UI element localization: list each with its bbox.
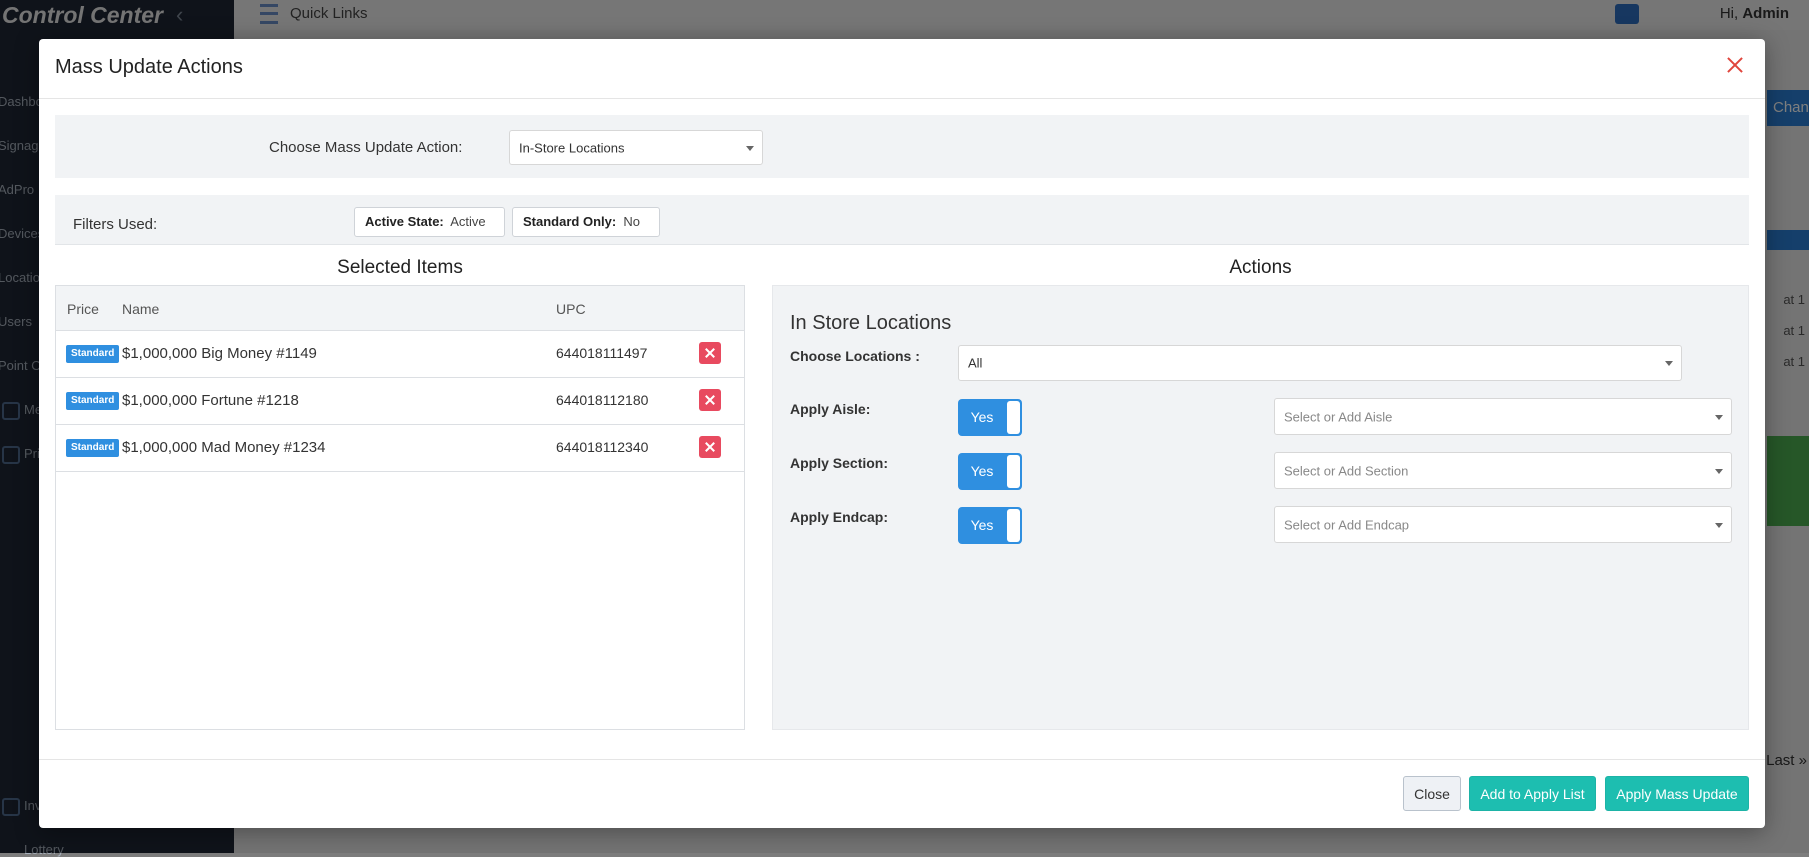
actions-subtitle: In Store Locations xyxy=(790,312,952,334)
item-name: $1,000,000 Mad Money #1234 xyxy=(122,439,326,456)
choose-locations-select[interactable]: All xyxy=(958,345,1682,381)
chevron-down-icon xyxy=(746,145,754,151)
add-to-apply-list-button[interactable]: Add to Apply List xyxy=(1469,776,1596,811)
aisle-placeholder: Select or Add Aisle xyxy=(1284,409,1393,424)
chevron-down-icon xyxy=(1715,522,1723,528)
actions-panel: In Store Locations Choose Locations : Al… xyxy=(772,285,1749,730)
standard-badge: Standard xyxy=(66,439,120,457)
apply-section-toggle[interactable]: Yes xyxy=(958,453,1022,490)
remove-item-button[interactable] xyxy=(699,389,721,411)
close-button[interactable]: Close xyxy=(1403,776,1461,811)
apply-aisle-toggle[interactable]: Yes xyxy=(958,399,1022,436)
item-upc: 644018112180 xyxy=(556,392,649,408)
filter-key: Standard Only: xyxy=(523,214,617,229)
action-chooser-panel: Choose Mass Update Action: In-Store Loca… xyxy=(55,115,1749,178)
filter-value: Active xyxy=(450,214,486,229)
filters-bar: Filters Used: Active State: Active Stand… xyxy=(55,195,1749,245)
toggle-label: Yes xyxy=(970,409,994,425)
choose-locations-value: All xyxy=(968,355,983,371)
endcap-placeholder: Select or Add Endcap xyxy=(1284,517,1410,532)
item-upc: 644018111497 xyxy=(556,345,648,361)
table-header: Price Name UPC xyxy=(56,286,744,331)
table-row: Standard $1,000,000 Fortune #1218 644018… xyxy=(56,378,744,425)
column-header-upc: UPC xyxy=(556,301,586,317)
close-icon[interactable] xyxy=(1721,51,1749,79)
remove-item-button[interactable] xyxy=(699,436,721,458)
column-header-price: Price xyxy=(67,301,99,317)
filter-chip-active-state: Active State: Active xyxy=(354,207,505,237)
choose-action-label: Choose Mass Update Action: xyxy=(269,139,463,156)
toggle-knob xyxy=(1007,401,1020,434)
choose-action-select[interactable]: In-Store Locations xyxy=(509,130,763,165)
table-row: Standard $1,000,000 Mad Money #1234 6440… xyxy=(56,425,744,472)
filters-label: Filters Used: xyxy=(73,216,158,233)
selected-items-table: Price Name UPC Standard $1,000,000 Big M… xyxy=(55,285,745,730)
item-name: $1,000,000 Big Money #1149 xyxy=(122,345,317,362)
modal-header: Mass Update Actions xyxy=(39,39,1765,99)
chevron-down-icon xyxy=(1665,361,1673,366)
apply-mass-update-button[interactable]: Apply Mass Update xyxy=(1605,776,1749,811)
aisle-select[interactable]: Select or Add Aisle xyxy=(1274,398,1732,435)
section-placeholder: Select or Add Section xyxy=(1284,463,1409,478)
filter-value: No xyxy=(623,214,641,229)
standard-badge: Standard xyxy=(66,345,120,363)
item-name: $1,000,000 Fortune #1218 xyxy=(122,392,299,409)
choose-locations-label: Choose Locations : xyxy=(790,348,920,364)
toggle-knob xyxy=(1007,455,1020,488)
table-row: Standard $1,000,000 Big Money #1149 6440… xyxy=(56,331,744,378)
toggle-label: Yes xyxy=(970,517,994,533)
apply-endcap-label: Apply Endcap: xyxy=(790,509,889,525)
endcap-select[interactable]: Select or Add Endcap xyxy=(1274,506,1732,543)
section-select[interactable]: Select or Add Section xyxy=(1274,452,1732,489)
apply-section-label: Apply Section: xyxy=(790,455,889,471)
toggle-knob xyxy=(1007,509,1020,542)
column-header-name: Name xyxy=(122,301,160,317)
apply-aisle-label: Apply Aisle: xyxy=(790,401,871,417)
toggle-label: Yes xyxy=(970,463,994,479)
choose-action-value: In-Store Locations xyxy=(519,140,625,155)
filter-chip-standard-only: Standard Only: No xyxy=(512,207,660,237)
standard-badge: Standard xyxy=(66,392,120,410)
chevron-down-icon xyxy=(1715,468,1723,474)
apply-endcap-toggle[interactable]: Yes xyxy=(958,507,1022,544)
modal-title: Mass Update Actions xyxy=(55,56,243,78)
chevron-down-icon xyxy=(1715,414,1723,420)
actions-heading: Actions xyxy=(1229,257,1292,278)
selected-items-heading: Selected Items xyxy=(337,257,463,278)
mass-update-modal: Mass Update Actions Choose Mass Update A… xyxy=(39,39,1765,828)
remove-item-button[interactable] xyxy=(699,342,721,364)
filter-key: Active State: xyxy=(365,214,444,229)
item-upc: 644018112340 xyxy=(556,439,649,455)
modal-footer: Close Add to Apply List Apply Mass Updat… xyxy=(39,759,1765,828)
